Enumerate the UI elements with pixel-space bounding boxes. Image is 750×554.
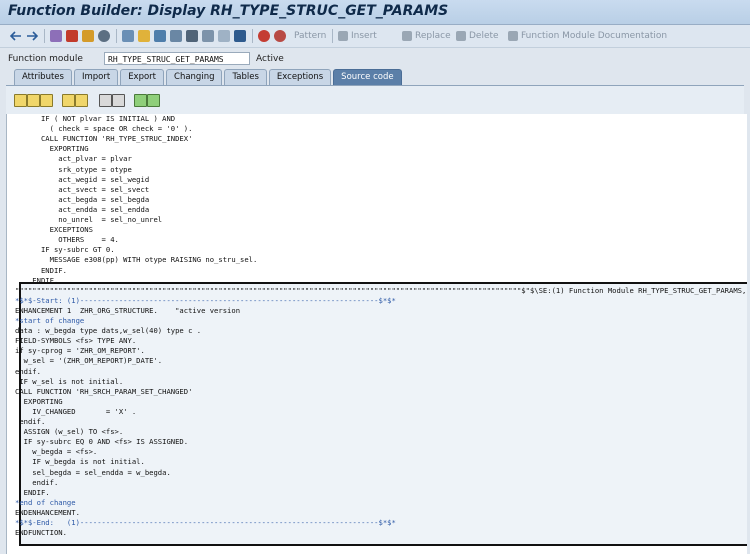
- tab-export[interactable]: Export: [120, 69, 165, 85]
- source-code-editor[interactable]: IF ( NOT plvar IS INITIAL ) AND ( check …: [6, 114, 747, 554]
- code-line: no_unrel = sel_no_unrel: [15, 215, 163, 224]
- insert-icon: [338, 31, 348, 41]
- code-line: IF sy-subrc GT 0.: [15, 245, 115, 255]
- navigation-icon[interactable]: [154, 28, 169, 44]
- code-line: ENHANCEMENT 1 ZHR_ORG_STRUCTURE. "active…: [15, 305, 241, 315]
- find-next-icon[interactable]: [112, 94, 125, 107]
- cut-icon[interactable]: [14, 94, 27, 107]
- forward-arrow-icon[interactable]: [26, 28, 38, 44]
- code-line: FIELD-SYMBOLS <fs> TYPE ANY.: [15, 336, 137, 346]
- back-arrow-icon[interactable]: [10, 28, 22, 44]
- display-object-icon[interactable]: [202, 28, 217, 44]
- code-line: endif.: [15, 417, 46, 426]
- test-icon[interactable]: [258, 28, 273, 44]
- code-line: sel_begda = sel_endda = w_begda.: [15, 467, 171, 477]
- code-line: endif.: [15, 477, 59, 487]
- code-line: act_svect = sel_svect: [15, 184, 150, 194]
- code-line: act_wegid = sel_wegid: [15, 174, 150, 184]
- code-line: act_plvar = plvar: [15, 154, 132, 164]
- other-object-icon[interactable]: [50, 28, 65, 44]
- code-line: IF sy-subrc EQ 0 AND <fs> IS ASSIGNED.: [15, 437, 189, 447]
- editor-toolbar: [6, 85, 744, 114]
- pattern-label: Pattern: [294, 31, 327, 41]
- code-line: OTHERS = 4.: [15, 235, 119, 245]
- function-module-label: Function module: [8, 54, 83, 64]
- tab-import[interactable]: Import: [73, 69, 119, 85]
- code-line: IF w_sel is not initial.: [15, 376, 124, 386]
- pattern-button[interactable]: Pattern: [294, 28, 326, 44]
- code-line: ENDIF.: [15, 487, 50, 497]
- code-line: IF ( NOT plvar IS INITIAL ) AND: [15, 114, 176, 123]
- breakpoint-icon[interactable]: [274, 28, 289, 44]
- hierarchy-icon[interactable]: [170, 28, 185, 44]
- code-line: ENDFUNCTION.: [15, 528, 67, 538]
- code-line: CALL FUNCTION 'RH_SRCH_PARAM_SET_CHANGED…: [15, 386, 193, 396]
- save-icon[interactable]: [186, 28, 201, 44]
- copy-icon[interactable]: [27, 94, 40, 107]
- code-line: ENDIF.: [15, 265, 67, 275]
- code-line: ( check = space OR check = '0' ).: [15, 124, 193, 134]
- where-used-icon[interactable]: [122, 28, 137, 44]
- docs-label: Function Module Documentation: [521, 31, 668, 41]
- code-line: *$*$-End: (1)---------------------------…: [15, 518, 396, 527]
- code-line: endif.: [15, 366, 41, 376]
- tab-changing[interactable]: Changing: [166, 69, 223, 85]
- delete-icon: [456, 31, 466, 41]
- object-list-icon[interactable]: [138, 28, 153, 44]
- function-module-row: Function module RH_TYPE_STRUC_GET_PARAMS…: [0, 50, 750, 68]
- code-line: MESSAGE e308(pp) WITH otype RAISING no_s…: [15, 255, 258, 265]
- docs-button[interactable]: Function Module Documentation: [508, 28, 667, 44]
- tab-attributes[interactable]: Attributes: [14, 69, 72, 85]
- code-line: data : w_begda type dats,w_sel(40) type …: [15, 326, 202, 336]
- code-line: act_begda = sel_begda: [15, 194, 150, 204]
- code-line: EXPORTING: [15, 396, 63, 406]
- replace-icon: [402, 31, 412, 41]
- activate-icon[interactable]: [82, 28, 97, 44]
- status-text: Active: [256, 54, 284, 64]
- code-line: EXCEPTIONS: [15, 225, 93, 235]
- window-title: Function Builder: Display RH_TYPE_STRUC_…: [8, 3, 449, 19]
- paste-icon[interactable]: [40, 94, 53, 107]
- code-line: *end of change: [15, 497, 76, 507]
- insert-statement-icon[interactable]: [134, 94, 147, 107]
- redo-icon[interactable]: [75, 94, 88, 107]
- screen-icon[interactable]: [218, 28, 233, 44]
- display-change-icon[interactable]: [98, 28, 113, 44]
- function-module-field[interactable]: RH_TYPE_STRUC_GET_PARAMS: [104, 52, 250, 65]
- undo-icon[interactable]: [62, 94, 75, 107]
- code-line: ASSIGN (w_sel) TO <fs>.: [15, 427, 124, 437]
- code-line: act_endda = sel_endda: [15, 204, 150, 214]
- code-line: if sy-cprog = 'ZHR_OM_REPORT'.: [15, 346, 145, 356]
- title-bar: Function Builder: Display RH_TYPE_STRUC_…: [0, 0, 750, 25]
- code-line: """"""""""""""""""""""""""""""""""""""""…: [15, 285, 747, 295]
- tab-exceptions[interactable]: Exceptions: [268, 69, 332, 85]
- application-toolbar: Pattern Insert Replace Delete Function M…: [0, 25, 750, 48]
- pretty-printer-icon[interactable]: [147, 94, 160, 107]
- info-icon[interactable]: [234, 28, 249, 44]
- insert-label: Insert: [351, 31, 377, 41]
- delete-button[interactable]: Delete: [456, 28, 499, 44]
- code-line: ENDENHANCEMENT.: [15, 507, 80, 517]
- documentation-icon: [508, 31, 518, 41]
- tab-source-code[interactable]: Source code: [333, 69, 402, 85]
- insert-button[interactable]: Insert: [338, 28, 377, 44]
- find-icon[interactable]: [99, 94, 112, 107]
- replace-button[interactable]: Replace: [402, 28, 451, 44]
- code-line: CALL FUNCTION 'RH_TYPE_STRUC_INDEX': [15, 134, 193, 144]
- code-line: IV_CHANGED = 'X' .: [15, 406, 137, 416]
- code-line: *start of change: [15, 316, 85, 325]
- code-line: srk_otype = otype: [15, 164, 132, 174]
- code-line: IF w_begda is not initial.: [15, 457, 145, 467]
- replace-label: Replace: [415, 31, 451, 41]
- code-line: EXPORTING: [15, 144, 89, 154]
- tab-strip: Attributes Import Export Changing Tables Exce…: [14, 69, 404, 85]
- code-line: *$*$-Start: (1)-------------------------…: [15, 295, 396, 305]
- tab-tables[interactable]: Tables: [224, 69, 267, 85]
- code-line: w_sel = '(ZHR_OM_REPORT)P_DATE'.: [15, 356, 163, 366]
- delete-label: Delete: [469, 31, 499, 41]
- code-line: ENDIF.: [15, 275, 59, 285]
- code-line: w_begda = <fs>.: [15, 447, 98, 457]
- check-icon[interactable]: [66, 28, 81, 44]
